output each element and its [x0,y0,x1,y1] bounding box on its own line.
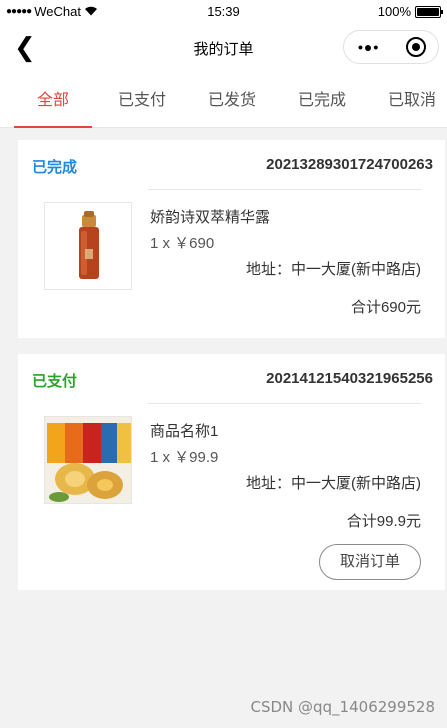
tab-paid[interactable]: 已支付 [103,72,181,128]
order-address: 地址：中一大厦(新中路店) [246,475,421,492]
product-quantity-price: 1 x ￥690 [150,235,215,252]
order-header: 已完成 20213289301724700263 [18,140,445,190]
nav-bar: ❮ 我的订单 •●• [0,24,447,72]
more-icon[interactable]: •●• [358,39,379,55]
order-number: 20213289301724700263 [266,156,433,173]
tab-shipped[interactable]: 已发货 [193,72,271,128]
order-number: 20214121540321965256 [266,370,433,387]
product-quantity-price: 1 x ￥99.9 [150,449,219,466]
divider [148,403,421,404]
close-target-icon[interactable] [406,37,426,57]
status-bar: ●●●●● WeChat 15:39 100% [0,0,447,24]
order-address: 地址：中一大厦(新中路店) [246,261,421,278]
tab-completed[interactable]: 已完成 [283,72,361,128]
order-total: 合计99.9元 [346,513,421,530]
battery-icon [415,5,443,18]
cancel-order-button[interactable]: 取消订单 [319,544,421,580]
tab-all[interactable]: 全部 [14,72,92,128]
order-header: 已支付 20214121540321965256 [18,354,445,404]
product-name: 商品名称1 [150,423,219,440]
battery-info: 100% [377,4,443,19]
battery-percent: 100% [377,4,411,19]
tab-cancelled[interactable]: 已取消 [373,72,447,128]
order-card[interactable]: 已完成 20213289301724700263 娇韵诗双萃精华露 1 x ￥6… [18,140,445,338]
product-image[interactable] [44,416,132,504]
mini-program-capsule: •●• [343,30,439,64]
order-status: 已支付 [32,373,78,390]
product-image[interactable] [44,202,132,290]
order-card[interactable]: 已支付 20214121540321965256 商品名称1 1 x ￥99.9… [18,354,445,590]
watermark: CSDN @qq_1406299528 [250,698,435,716]
product-name: 娇韵诗双萃精华露 [150,209,271,226]
order-status: 已完成 [32,159,78,176]
order-total: 合计690元 [350,299,421,316]
divider [148,189,421,190]
order-tabs: 全部 已支付 已发货 已完成 已取消 [0,72,447,128]
